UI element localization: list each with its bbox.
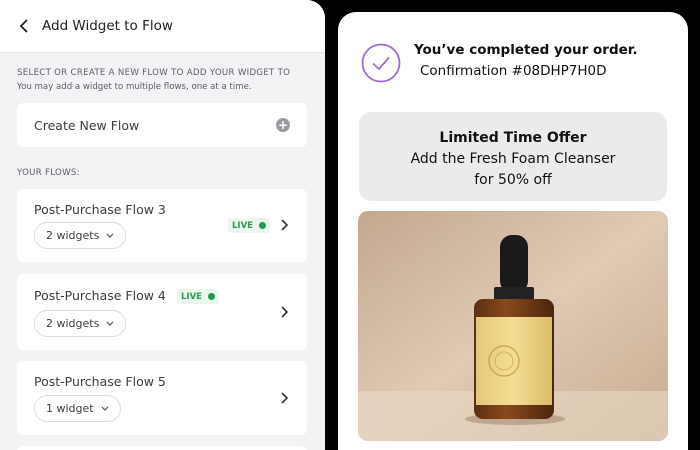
page-title: Add Widget to Flow — [42, 18, 173, 34]
flow-card[interactable]: Post-Purchase Flow 3 LIVE 2 widgets — [17, 189, 307, 262]
section-title: SELECT OR CREATE A NEW FLOW TO ADD YOUR … — [17, 68, 291, 78]
flow-card[interactable]: Post-Purchase Flow 4 LIVE 2 widgets — [17, 274, 307, 350]
widgets-count: 2 widgets — [46, 229, 100, 242]
create-new-flow-button[interactable]: Create New Flow + — [17, 103, 307, 147]
create-new-flow-label: Create New Flow — [34, 117, 140, 133]
widgets-dropdown[interactable]: 1 widget — [34, 395, 121, 422]
live-badge-label: LIVE — [181, 291, 202, 302]
order-complete-title: You’ve completed your order. — [414, 42, 638, 58]
live-badge: LIVE — [228, 218, 270, 233]
widgets-count: 1 widget — [46, 402, 94, 415]
chevron-right-icon[interactable] — [279, 219, 289, 231]
offer-line-1: Add the Fresh Foam Cleanser — [410, 151, 616, 167]
limited-offer-banner: Limited Time Offer Add the Fresh Foam Cl… — [359, 112, 667, 201]
confirmation-number: Confirmation #08DHP7H0D — [420, 63, 607, 79]
offer-line-2: for 50% off — [474, 172, 552, 188]
flow-card[interactable] — [17, 446, 307, 450]
panel-header: Add Widget to Flow — [0, 0, 325, 53]
chevron-down-icon — [101, 406, 109, 411]
your-flows-label: YOUR FLOWS: — [17, 168, 80, 178]
widgets-dropdown[interactable]: 2 widgets — [34, 222, 127, 249]
chevron-left-icon[interactable] — [14, 16, 34, 36]
live-badge: LIVE — [177, 289, 219, 304]
check-circle-icon — [361, 43, 401, 83]
chevron-right-icon[interactable] — [279, 306, 289, 318]
plus-circle-icon: + — [276, 118, 290, 132]
widgets-dropdown[interactable]: 2 widgets — [34, 310, 127, 337]
flow-name: Post-Purchase Flow 4 — [34, 288, 166, 303]
order-confirmation-preview: You’ve completed your order. Confirmatio… — [338, 12, 688, 450]
flow-name: Post-Purchase Flow 5 — [34, 374, 166, 389]
widgets-count: 2 widgets — [46, 317, 100, 330]
live-badge-label: LIVE — [232, 220, 253, 231]
offer-title: Limited Time Offer — [439, 130, 587, 146]
flow-card[interactable]: Post-Purchase Flow 5 1 widget — [17, 361, 307, 435]
live-dot-icon — [207, 293, 215, 300]
chevron-down-icon — [106, 321, 114, 326]
flow-name: Post-Purchase Flow 3 — [34, 202, 166, 217]
section-subtitle: You may add a widget to multiple flows, … — [17, 82, 252, 92]
chevron-right-icon[interactable] — [279, 392, 289, 404]
chevron-down-icon — [106, 233, 114, 238]
product-image — [358, 211, 668, 441]
add-widget-panel: Add Widget to Flow SELECT OR CREATE A NE… — [0, 0, 325, 450]
live-dot-icon — [258, 222, 266, 229]
